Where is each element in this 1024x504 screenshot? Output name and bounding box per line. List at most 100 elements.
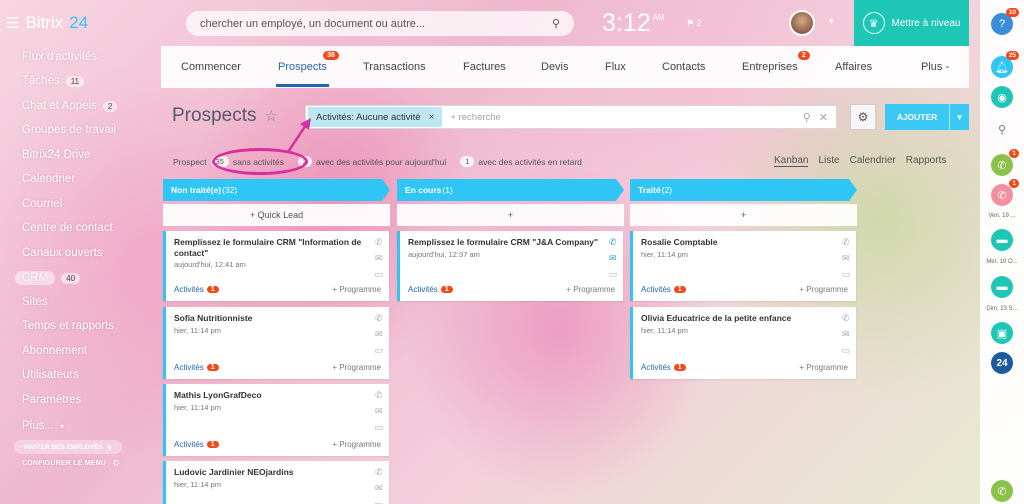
sidebar-item-abonnement[interactable]: Abonnement: [22, 345, 87, 357]
tab-prospects[interactable]: Prospects 38: [276, 51, 339, 87]
help-icon[interactable]: ? 10: [991, 8, 1019, 35]
chevron-down-icon[interactable]: ▾: [829, 16, 834, 27]
upgrade-button[interactable]: ♛ Mettre à niveau: [854, 0, 969, 46]
lead-card[interactable]: Remplissez le formulaire CRM "Informatio…: [163, 231, 389, 301]
chat-icon[interactable]: ▭: [374, 345, 383, 356]
view-kanban[interactable]: Kanban: [774, 155, 809, 167]
view-calendrier[interactable]: Calendrier: [850, 155, 896, 167]
program-link[interactable]: + Programme: [332, 285, 381, 294]
filter-search-bar[interactable]: Activités: Aucune activité × + recherche …: [305, 105, 837, 129]
lead-card[interactable]: Sofia Nutritionniste hier, 11:14 pm ✆ ✉ ▭ …: [163, 307, 389, 379]
tab-devis[interactable]: Devis: [541, 61, 569, 73]
sidebar-item-utilisateurs[interactable]: Utilisateurs: [22, 369, 79, 381]
activities-link[interactable]: Activités 1: [408, 285, 453, 294]
column-header[interactable]: Non traité(e) (32): [163, 179, 390, 201]
pins-counter[interactable]: ⚑ 2: [686, 18, 702, 29]
sidebar-item-groupes[interactable]: Groupes de travail: [22, 124, 116, 136]
column-header[interactable]: Traité (2): [630, 179, 857, 201]
search-input[interactable]: chercher un employé, un document ou autr…: [186, 11, 574, 36]
add-card-button[interactable]: +: [397, 204, 624, 226]
column-header[interactable]: En cours (1): [397, 179, 624, 201]
chat-icon[interactable]: ◉: [991, 86, 1013, 108]
lead-card[interactable]: Mathis LyonGrafDeco hier, 11:14 pm ✆ ✉ ▭ A…: [163, 384, 389, 456]
sidebar-item-contact-center[interactable]: Centre de contact: [22, 222, 113, 234]
tab-plus[interactable]: Plus -: [921, 61, 949, 73]
sidebar-item-flux[interactable]: Flux d'activités: [22, 51, 97, 63]
sidebar-item-temps[interactable]: Temps et rapports: [22, 320, 114, 332]
chat-icon[interactable]: ▭: [374, 499, 383, 504]
phone-icon[interactable]: ✆: [609, 237, 617, 248]
program-link[interactable]: + Programme: [799, 285, 848, 294]
sidebar-item-courriel[interactable]: Courriel: [22, 198, 62, 210]
count-badge[interactable]: 1: [460, 156, 475, 167]
lead-card[interactable]: Olivia Educatrice de la petite enfance h…: [630, 307, 856, 379]
view-rapports[interactable]: Rapports: [906, 155, 947, 167]
close-icon[interactable]: ×: [429, 112, 435, 123]
configure-menu-button[interactable]: CONFIGURER LE MENU ⚙: [22, 458, 120, 469]
chat-icon[interactable]: ▭: [841, 345, 850, 356]
program-link[interactable]: + Programme: [332, 363, 381, 372]
activities-link[interactable]: Activités 1: [174, 285, 219, 294]
sidebar-item-parametres[interactable]: Paramètres: [22, 394, 81, 406]
tab-transactions[interactable]: Transactions: [363, 61, 426, 73]
mail-icon[interactable]: ✉: [375, 483, 383, 494]
activities-link[interactable]: Activités 1: [641, 285, 686, 294]
open-channel-icon[interactable]: ▬: [991, 276, 1013, 298]
tab-affaires[interactable]: Affaires: [835, 61, 872, 73]
today-activity-link[interactable]: avec des activités pour aujourd'hui: [316, 157, 446, 167]
chat-icon[interactable]: ▭: [841, 269, 850, 280]
sidebar-item-canaux[interactable]: Canaux ouverts: [22, 247, 103, 259]
phone-icon[interactable]: ✆: [375, 313, 383, 324]
chat-icon[interactable]: ▭: [374, 269, 383, 280]
program-link[interactable]: + Programme: [332, 440, 381, 449]
sidebar-item-drive[interactable]: Bitrix24.Drive: [22, 149, 90, 161]
phone-icon[interactable]: ✆: [842, 237, 850, 248]
bell-icon[interactable]: 🔔︎ 25: [991, 51, 1019, 78]
invite-employees-button[interactable]: INVITER DES EMPLOYÉS +: [14, 440, 122, 454]
mail-icon[interactable]: ✉: [375, 253, 383, 264]
sidebar-item-calendrier[interactable]: Calendrier: [22, 173, 75, 185]
phone-icon[interactable]: ✆: [375, 237, 383, 248]
tab-contacts[interactable]: Contacts: [662, 61, 705, 73]
logo[interactable]: ☰ Bitrix 24: [6, 13, 88, 33]
activities-link[interactable]: Activités 1: [174, 363, 219, 372]
burger-icon[interactable]: ☰: [6, 14, 19, 32]
chat-icon[interactable]: ▭: [608, 269, 617, 280]
sidebar-item-chat[interactable]: Chat et Appels 2: [22, 100, 118, 112]
settings-button[interactable]: ⚙: [850, 104, 876, 130]
open-channel-icon[interactable]: ▬: [991, 229, 1013, 251]
view-liste[interactable]: Liste: [818, 155, 839, 167]
avatar[interactable]: [789, 10, 815, 36]
chevron-down-icon[interactable]: ▼: [949, 104, 969, 130]
phone-icon[interactable]: ✆: [991, 480, 1013, 502]
quick-lead-button[interactable]: + Quick Lead: [163, 204, 390, 226]
search-icon[interactable]: ⚲: [552, 17, 560, 30]
phone-icon[interactable]: ✆: [375, 390, 383, 401]
mail-icon[interactable]: ✉: [842, 253, 850, 264]
mail-icon[interactable]: ✉: [375, 406, 383, 417]
filter-chip[interactable]: Activités: Aucune activité ×: [308, 107, 443, 127]
activities-link[interactable]: Activités 1: [641, 363, 686, 372]
lead-card[interactable]: Rosalie Comptable hier, 11:14 pm ✆ ✉ ▭ Act…: [630, 231, 856, 301]
program-link[interactable]: + Programme: [566, 285, 615, 294]
search-icon[interactable]: ⚲: [991, 118, 1013, 140]
mail-icon[interactable]: ✉: [609, 253, 617, 264]
tab-commencer[interactable]: Commencer: [181, 61, 241, 73]
tab-factures[interactable]: Factures: [463, 61, 506, 73]
phone-icon[interactable]: ✆: [842, 313, 850, 324]
activities-link[interactable]: Activités 1: [174, 440, 219, 449]
tab-flux[interactable]: Flux: [605, 61, 626, 73]
late-activity-link[interactable]: avec des activités en retard: [478, 157, 581, 167]
add-button[interactable]: AJOUTER ▼: [885, 104, 969, 130]
search-icon[interactable]: ⚲: [803, 111, 811, 124]
chat-icon[interactable]: ▭: [374, 422, 383, 433]
lead-card[interactable]: Remplissez le formulaire CRM "J&A Compan…: [397, 231, 623, 301]
phone-call-icon[interactable]: ✆ 1: [991, 149, 1019, 176]
mail-icon[interactable]: ✉: [842, 329, 850, 340]
program-link[interactable]: + Programme: [799, 363, 848, 372]
sidebar-item-sites[interactable]: Sites: [22, 296, 48, 308]
clock[interactable]: 3:12 AM: [602, 9, 665, 38]
sidebar-item-plus[interactable]: Plus... ▾: [22, 420, 64, 432]
lead-card[interactable]: Ludovic Jardinier NEOjardins hier, 11:14…: [163, 461, 389, 504]
close-icon[interactable]: ✕: [819, 111, 828, 124]
